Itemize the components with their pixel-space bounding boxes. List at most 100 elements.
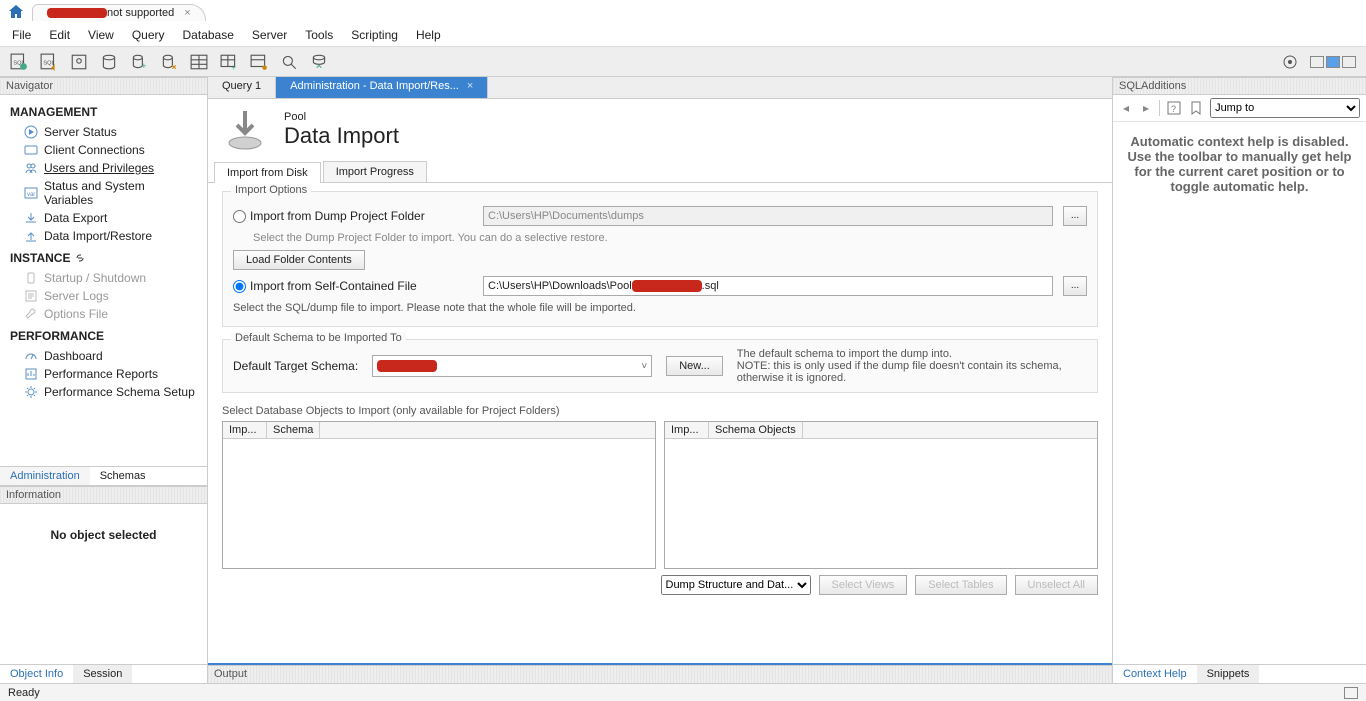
menu-view[interactable]: View	[88, 28, 114, 42]
nav-server-logs[interactable]: Server Logs	[10, 287, 197, 305]
reconnect-icon[interactable]	[310, 53, 328, 71]
nav-perf-schema[interactable]: Performance Schema Setup	[10, 383, 197, 401]
view-icon[interactable]	[250, 53, 268, 71]
open-sql-icon[interactable]: SQL	[40, 53, 58, 71]
performance-title: PERFORMANCE	[10, 329, 197, 343]
menu-query[interactable]: Query	[132, 28, 165, 42]
schema-table[interactable]: Imp...Schema	[222, 421, 656, 569]
editor-tabs: Query 1 Administration - Data Import/Res…	[208, 77, 1112, 99]
nav-data-import[interactable]: Data Import/Restore	[10, 227, 197, 245]
menu-help[interactable]: Help	[416, 28, 441, 42]
menu-server[interactable]: Server	[252, 28, 287, 42]
import-large-icon	[222, 107, 268, 153]
help-icon[interactable]: ?	[1166, 100, 1182, 116]
table-icon[interactable]	[190, 53, 208, 71]
menu-tools[interactable]: Tools	[305, 28, 333, 42]
information-header: Information	[0, 486, 207, 504]
subtab-progress[interactable]: Import Progress	[323, 161, 427, 182]
menu-edit[interactable]: Edit	[49, 28, 70, 42]
menu-file[interactable]: File	[12, 28, 31, 42]
page-header: Pool Data Import	[208, 99, 1112, 161]
output-header: Output	[208, 665, 1112, 683]
forward-icon[interactable]: ▸	[1139, 101, 1153, 115]
radio-self-contained[interactable]: Import from Self-Contained File	[233, 279, 473, 293]
users-icon	[24, 161, 38, 175]
sa-tab-snippets[interactable]: Snippets	[1197, 665, 1260, 683]
new-sql-tab-icon[interactable]: SQL	[10, 53, 28, 71]
import-options-group: Import Options Import from Dump Project …	[222, 191, 1098, 327]
schema-note: The default schema to import the dump in…	[737, 348, 1077, 384]
export-icon	[24, 211, 38, 225]
home-icon[interactable]	[8, 4, 24, 20]
variables-icon: var	[24, 186, 38, 200]
page-subtitle: Pool	[284, 111, 399, 123]
menu-scripting[interactable]: Scripting	[351, 28, 398, 42]
panel-toggle-left[interactable]	[1310, 56, 1324, 68]
objects-table[interactable]: Imp...Schema Objects	[664, 421, 1098, 569]
self-contained-path[interactable]: C:\Users\HP\Downloads\Pool.sql	[483, 276, 1053, 296]
redacted-text	[632, 280, 702, 292]
nav-data-export[interactable]: Data Export	[10, 209, 197, 227]
tab-query1[interactable]: Query 1	[208, 77, 276, 98]
nav-perf-reports[interactable]: Performance Reports	[10, 365, 197, 383]
nav-options-file[interactable]: Options File	[10, 305, 197, 323]
info-tab-session[interactable]: Session	[73, 665, 132, 683]
panel-toggle-bottom[interactable]	[1326, 56, 1340, 68]
close-icon[interactable]: ×	[184, 7, 190, 19]
sa-help-text: Automatic context help is disabled. Use …	[1113, 122, 1366, 664]
back-icon[interactable]: ◂	[1119, 101, 1133, 115]
nav-tab-administration[interactable]: Administration	[0, 467, 90, 485]
gear-icon	[24, 385, 38, 399]
status-text: Ready	[8, 687, 40, 699]
col-imp: Imp...	[223, 422, 267, 438]
close-icon[interactable]: ×	[467, 80, 473, 92]
nav-client-connections[interactable]: Client Connections	[10, 141, 197, 159]
jump-to-select[interactable]: Jump to	[1210, 98, 1360, 118]
new-schema-button[interactable]: New...	[666, 356, 723, 376]
settings-icon[interactable]	[1282, 53, 1298, 71]
db-icon[interactable]	[100, 53, 118, 71]
svg-text:SQL: SQL	[43, 60, 54, 66]
auto-help-icon[interactable]	[1188, 100, 1204, 116]
select-tables-button[interactable]: Select Tables	[915, 575, 1006, 595]
subtab-disk[interactable]: Import from Disk	[214, 162, 321, 183]
sql-additions-header: SQLAdditions	[1113, 77, 1366, 95]
self-contained-note: Select the SQL/dump file to import. Plea…	[233, 302, 1087, 314]
browse-file-button[interactable]: ...	[1063, 276, 1087, 296]
dump-folder-note: Select the Dump Project Folder to import…	[253, 232, 1087, 244]
unselect-all-button[interactable]: Unselect All	[1015, 575, 1098, 595]
radio-dump-folder[interactable]: Import from Dump Project Folder	[233, 209, 473, 223]
dump-type-select[interactable]: Dump Structure and Dat...	[661, 575, 811, 595]
schema-combo[interactable]: ˅	[372, 355, 652, 377]
information-body: No object selected	[0, 504, 207, 664]
menu-database[interactable]: Database	[183, 28, 234, 42]
select-views-button[interactable]: Select Views	[819, 575, 908, 595]
sa-tab-context[interactable]: Context Help	[1113, 665, 1197, 683]
redacted-text	[377, 360, 437, 372]
browse-folder-button[interactable]: ...	[1063, 206, 1087, 226]
search-icon[interactable]	[280, 53, 298, 71]
instance-title: INSTANCE	[10, 251, 197, 265]
nav-server-status[interactable]: Server Status	[10, 123, 197, 141]
connection-tab[interactable]: not supported ×	[32, 4, 206, 21]
load-folder-button[interactable]: Load Folder Contents	[233, 250, 365, 270]
col-schema: Schema	[267, 422, 320, 438]
nav-startup-shutdown[interactable]: Startup / Shutdown	[10, 269, 197, 287]
group-title-import: Import Options	[231, 184, 311, 196]
schema-group: Default Schema to be Imported To Default…	[222, 339, 1098, 393]
nav-tab-schemas[interactable]: Schemas	[90, 467, 156, 485]
table-add-icon[interactable]: +	[220, 53, 238, 71]
db-model-icon[interactable]	[160, 53, 178, 71]
nav-users-privileges[interactable]: Users and Privileges	[10, 159, 197, 177]
tab-admin-import[interactable]: Administration - Data Import/Res...×	[276, 77, 488, 98]
center-panel: Query 1 Administration - Data Import/Res…	[208, 77, 1112, 683]
statusbar-icon[interactable]	[1344, 687, 1358, 699]
objects-label: Select Database Objects to Import (only …	[222, 405, 1098, 417]
nav-status-variables[interactable]: varStatus and System Variables	[10, 177, 197, 209]
schema-label: Default Target Schema:	[233, 359, 358, 373]
info-tab-object[interactable]: Object Info	[0, 665, 73, 683]
panel-toggle-right[interactable]	[1342, 56, 1356, 68]
nav-dashboard[interactable]: Dashboard	[10, 347, 197, 365]
db-add-icon[interactable]: +	[130, 53, 148, 71]
inspector-icon[interactable]	[70, 53, 88, 71]
